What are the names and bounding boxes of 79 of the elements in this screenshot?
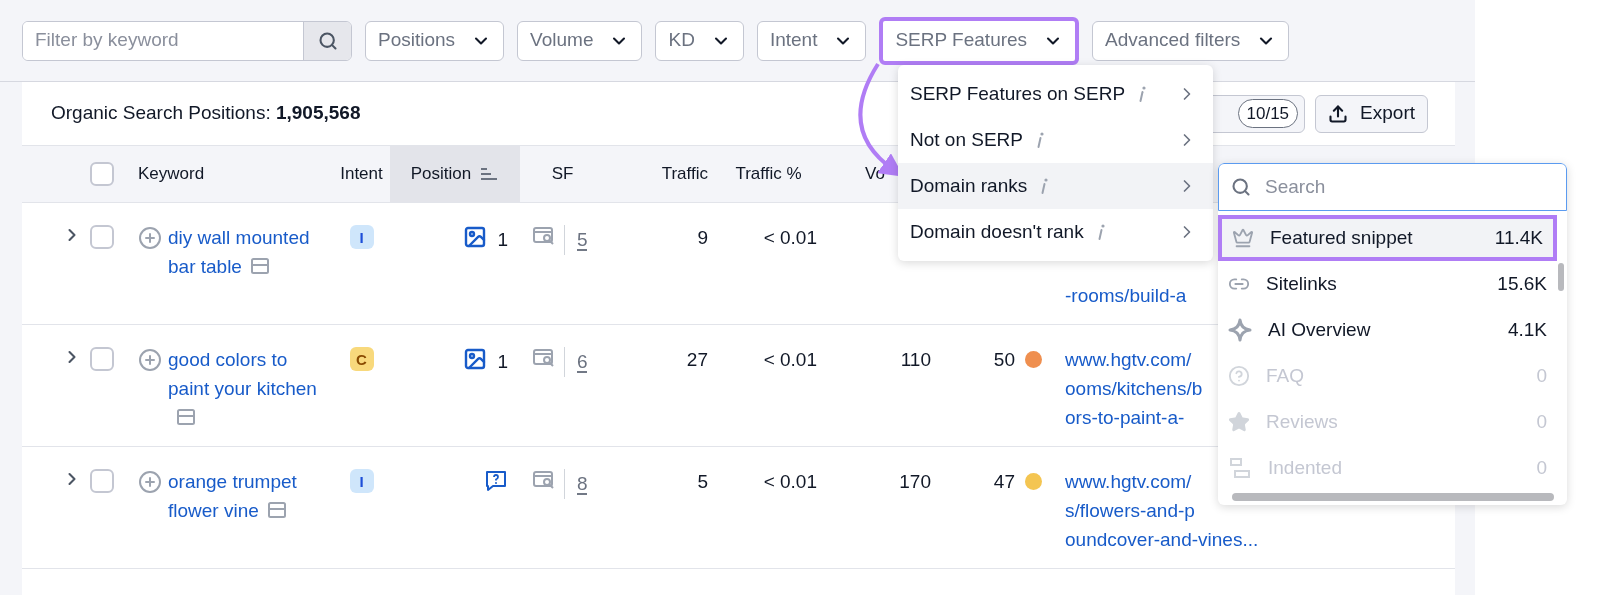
row-checkbox[interactable] bbox=[90, 225, 114, 249]
intent-badge: C bbox=[349, 347, 374, 371]
indented-icon bbox=[1228, 456, 1252, 480]
filter-dropdown[interactable]: Advanced filters bbox=[1092, 20, 1290, 61]
column-header[interactable]: Keyword bbox=[118, 146, 333, 202]
kd-value: 47 bbox=[993, 470, 1015, 494]
column-header[interactable]: Intent bbox=[333, 146, 390, 202]
url-link-line[interactable]: oundcover-and-vines... bbox=[1065, 525, 1259, 554]
column-header[interactable]: Position bbox=[390, 146, 520, 202]
column-header[interactable]: SF bbox=[520, 146, 605, 202]
row-checkbox[interactable] bbox=[90, 469, 114, 493]
info-icon bbox=[1035, 130, 1045, 150]
keyword-link[interactable]: good colors to paint your kitchen bbox=[168, 345, 318, 446]
url-link-line[interactable]: ors-to-paint-a- bbox=[1065, 403, 1185, 432]
filter-dropdown[interactable]: Positions bbox=[365, 20, 505, 61]
search-button[interactable] bbox=[303, 21, 351, 60]
feature-option[interactable]: Featured snippet 11.4K bbox=[1218, 215, 1557, 261]
add-keyword-icon[interactable] bbox=[138, 226, 162, 250]
keyword-link[interactable]: orange trumpet flower vine bbox=[168, 467, 318, 568]
sf-count-link[interactable]: 5 bbox=[573, 225, 588, 254]
traffic-share: < 0.01 bbox=[763, 470, 818, 494]
add-keyword-icon[interactable] bbox=[138, 348, 162, 372]
position-value: 1 bbox=[497, 228, 508, 252]
results-count: Organic Search Positions: 1,905,568 bbox=[51, 101, 361, 126]
traffic-value: 9 bbox=[697, 226, 709, 250]
serp-page-icon bbox=[532, 225, 556, 245]
star-icon bbox=[1228, 411, 1250, 433]
serp-page-icon bbox=[532, 469, 556, 489]
search-icon bbox=[317, 30, 338, 51]
intent-badge: I bbox=[349, 225, 374, 249]
sf-count-link[interactable]: 8 bbox=[573, 469, 588, 498]
question-bubble-icon bbox=[484, 469, 508, 493]
keyword-filter-field[interactable]: Filter by keyword bbox=[22, 20, 352, 61]
export-button[interactable]: Export bbox=[1315, 94, 1428, 133]
feature-option[interactable]: Sitelinks 15.6K bbox=[1218, 261, 1557, 307]
menu-item[interactable]: Domain ranks bbox=[898, 163, 1213, 209]
info-icon bbox=[1039, 176, 1050, 196]
keyword-link[interactable]: diy wall mounted bar table bbox=[168, 223, 318, 324]
kd-value: 50 bbox=[993, 348, 1015, 372]
filter-dropdown[interactable]: KD bbox=[655, 20, 744, 61]
url-link-line[interactable]: -rooms/build-a bbox=[1065, 281, 1187, 310]
vertical-scrollbar[interactable] bbox=[1558, 263, 1564, 291]
serp-preview-icon[interactable] bbox=[176, 408, 196, 426]
add-keyword-icon[interactable] bbox=[138, 470, 162, 494]
upload-icon bbox=[1328, 103, 1349, 124]
filter-dropdown[interactable]: Intent bbox=[756, 20, 867, 61]
columns-count: 10/15 bbox=[1237, 98, 1299, 129]
intent-badge: I bbox=[349, 469, 374, 493]
url-link-line[interactable]: ooms/kitchens/b bbox=[1065, 374, 1203, 403]
search-icon bbox=[1231, 177, 1251, 197]
url-link-line[interactable]: www.hgtv.com/ bbox=[1065, 345, 1192, 374]
volume-value: 110 bbox=[900, 348, 931, 372]
sparkle-icon bbox=[1228, 318, 1252, 342]
filter-dropdown[interactable]: Volume bbox=[517, 20, 643, 61]
sf-count-link[interactable]: 6 bbox=[573, 347, 588, 376]
menu-item[interactable]: Domain doesn't rank bbox=[898, 209, 1213, 255]
url-link-line[interactable]: www.hgtv.com/ bbox=[1065, 467, 1192, 496]
horizontal-scrollbar[interactable] bbox=[1232, 493, 1554, 501]
url-link-line[interactable]: s/flowers-and-p bbox=[1065, 496, 1195, 525]
position-value: 1 bbox=[497, 350, 508, 374]
serp-preview-icon[interactable] bbox=[249, 257, 270, 275]
serp-page-icon bbox=[532, 347, 556, 367]
column-header[interactable]: Traffic % bbox=[712, 146, 825, 202]
row-checkbox[interactable] bbox=[90, 347, 114, 371]
help-icon bbox=[1228, 365, 1250, 387]
traffic-value: 27 bbox=[686, 348, 709, 372]
traffic-value: 5 bbox=[697, 470, 709, 494]
serp-preview-icon[interactable] bbox=[266, 501, 287, 519]
filter-dropdown[interactable]: SERP Features bbox=[879, 16, 1080, 65]
traffic-share: < 0.01 bbox=[763, 226, 818, 250]
select-all-checkbox[interactable] bbox=[90, 162, 114, 186]
crown-icon bbox=[1232, 227, 1254, 249]
info-icon bbox=[1137, 84, 1148, 104]
feature-option[interactable]: AI Overview 4.1K bbox=[1218, 307, 1557, 353]
feature-search-field[interactable]: Search bbox=[1218, 163, 1567, 211]
traffic-share: < 0.01 bbox=[763, 348, 818, 372]
column-header[interactable]: Traffic bbox=[605, 146, 712, 202]
volume-value: 170 bbox=[899, 470, 931, 494]
sort-icon[interactable] bbox=[479, 166, 500, 182]
